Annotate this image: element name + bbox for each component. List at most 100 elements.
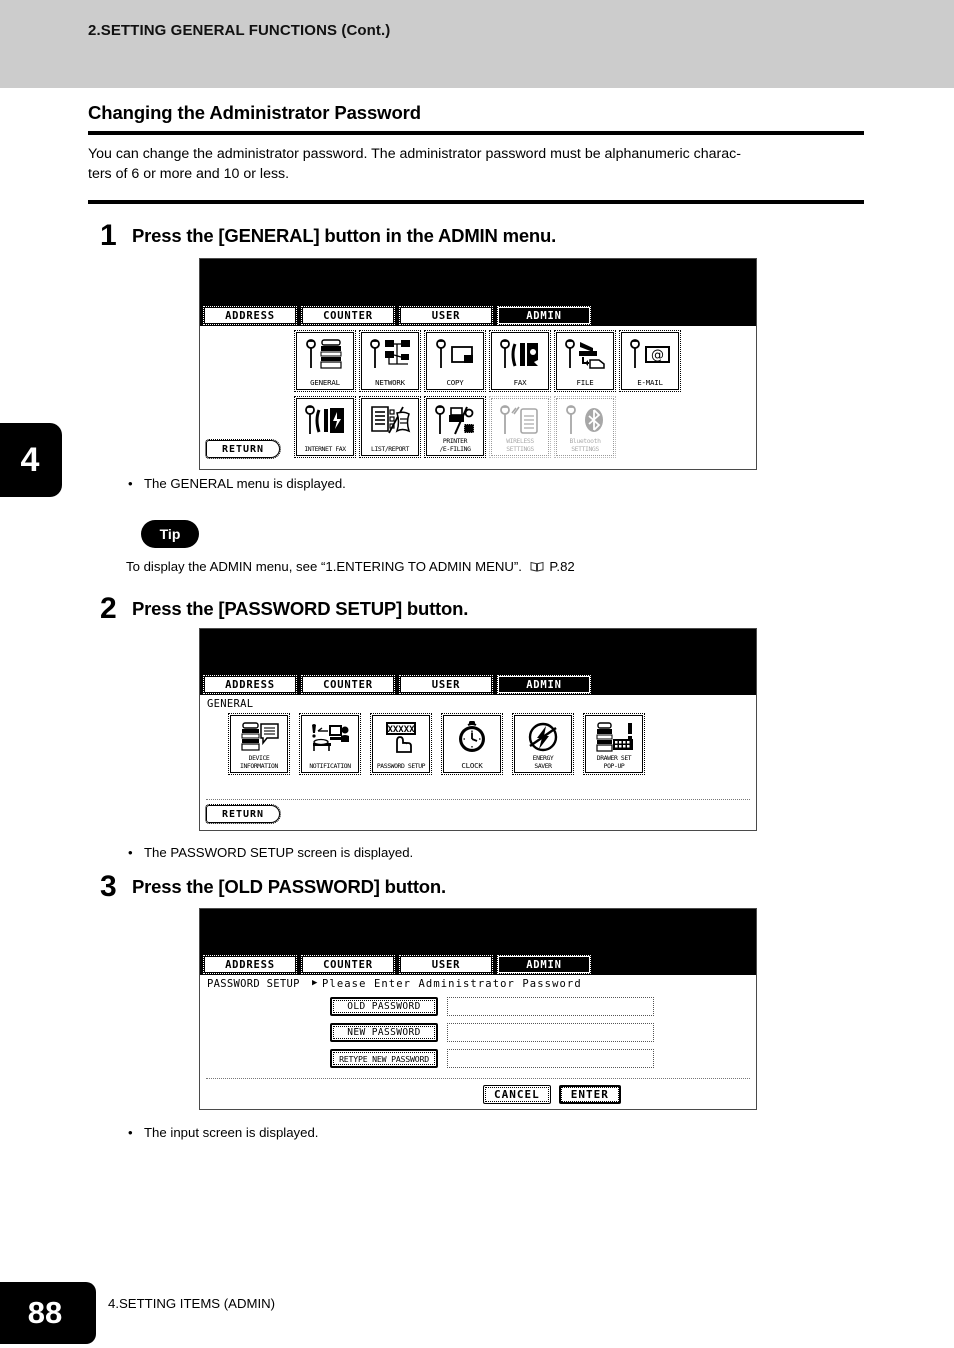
list-report-icon <box>362 402 418 438</box>
general-button-energy-saver[interactable]: ENERGY SAVER <box>512 713 574 775</box>
wrench-printer-icon <box>297 336 353 372</box>
lcd3-tab-row: ADDRESS COUNTER USER ADMIN <box>203 955 591 974</box>
tab-address-2[interactable]: ADDRESS <box>203 675 297 694</box>
admin-button-bluetooth-settings[interactable]: Bluetooth SETTINGS <box>554 396 616 458</box>
lcd1-body: GENERAL NETWORK COPY FAX FILE @ E-MAIL I… <box>200 326 756 469</box>
notification-icon <box>302 719 358 755</box>
new-password-button[interactable]: NEW PASSWORD <box>330 1023 438 1042</box>
admin-button-general-label: GENERAL <box>310 378 340 387</box>
step-1-note: • The GENERAL menu is displayed. <box>128 476 346 491</box>
old-password-field[interactable] <box>447 997 654 1016</box>
admin-button-printer-efiling-label: PRINTER /E-FILING <box>439 437 471 453</box>
lcd3-titlebar: ADDRESS COUNTER USER ADMIN <box>200 909 756 975</box>
page-title: Changing the Administrator Password <box>88 102 421 123</box>
svg-text:@: @ <box>651 348 664 363</box>
tab-counter-3[interactable]: COUNTER <box>301 955 395 974</box>
lcd1-tab-row: ADDRESS COUNTER USER ADMIN <box>203 306 591 325</box>
step-3-heading: Press the [OLD PASSWORD] button. <box>132 876 446 897</box>
admin-button-printer-efiling[interactable]: PRINTER /E-FILING <box>424 396 486 458</box>
cancel-button[interactable]: CANCEL <box>483 1085 551 1104</box>
tip-text-body: To display the ADMIN menu, see “1.ENTERI… <box>126 559 522 574</box>
admin-button-wireless-settings[interactable]: WIRELESS SETTINGS <box>489 396 551 458</box>
tip-text: To display the ADMIN menu, see “1.ENTERI… <box>126 559 575 574</box>
tip-badge: Tip <box>141 520 199 548</box>
field-row-old-password: OLD PASSWORD <box>330 997 654 1016</box>
book-reference-icon <box>530 560 544 572</box>
running-title: 2.SETTING GENERAL FUNCTIONS (Cont.) <box>88 22 391 39</box>
field-row-retype-new-password: RETYPE NEW PASSWORD <box>330 1049 654 1068</box>
tab-address[interactable]: ADDRESS <box>203 306 297 325</box>
enter-button[interactable]: ENTER <box>558 1085 621 1104</box>
general-button-clock[interactable]: CLOCK <box>441 713 503 775</box>
general-button-device-information[interactable]: DEVICE INFORMATION <box>228 713 290 775</box>
admin-button-general[interactable]: GENERAL <box>294 330 356 392</box>
page-header-banner: 2.SETTING GENERAL FUNCTIONS (Cont.) <box>0 0 954 88</box>
intro-line-2: ters of 6 or more and 10 or less. <box>88 166 290 182</box>
old-password-button[interactable]: OLD PASSWORD <box>330 997 438 1016</box>
admin-button-internet-fax[interactable]: INTERNET FAX <box>294 396 356 458</box>
tab-admin-3[interactable]: ADMIN <box>497 955 591 974</box>
step-2-number: 2 <box>100 592 117 625</box>
chapter-number: 4 <box>20 440 40 479</box>
admin-button-wireless-settings-label: WIRELESS SETTINGS <box>506 437 534 453</box>
wrench-email-icon: @ <box>622 336 678 372</box>
page-number: 88 <box>27 1295 63 1330</box>
step-1-heading: Press the [GENERAL] button in the ADMIN … <box>132 225 557 246</box>
admin-button-email-label: E-MAIL <box>637 378 663 387</box>
step-3-note-bullet: • <box>128 1125 133 1140</box>
step-1-note-bullet: • <box>128 476 133 491</box>
admin-button-email[interactable]: @ E-MAIL <box>619 330 681 392</box>
footer-page-tab: 88 <box>0 1282 96 1344</box>
return-button-screen1[interactable]: RETURN <box>205 439 281 459</box>
tab-admin-2[interactable]: ADMIN <box>497 675 591 694</box>
lcd3-action-row: CANCEL ENTER <box>483 1085 621 1104</box>
admin-button-copy[interactable]: COPY <box>424 330 486 392</box>
step-3-note-text: The input screen is displayed. <box>144 1125 319 1140</box>
admin-button-list-report[interactable]: LIST/REPORT <box>359 396 421 458</box>
return-button-screen2[interactable]: RETURN <box>205 804 281 824</box>
tab-user-2[interactable]: USER <box>399 675 493 694</box>
step-2-note-text: The PASSWORD SETUP screen is displayed. <box>144 845 414 860</box>
lcd3-divider <box>206 1078 750 1079</box>
general-button-notification-label: NOTIFICATION <box>309 762 351 770</box>
tip-page-ref: P.82 <box>549 559 575 574</box>
password-setup-icon: XXXXX <box>373 719 429 755</box>
tab-admin[interactable]: ADMIN <box>497 306 591 325</box>
tab-counter[interactable]: COUNTER <box>301 306 395 325</box>
lcd3-body: PASSWORD SETUP ▶ Please Enter Administra… <box>200 975 756 1109</box>
wrench-file-icon <box>557 336 613 372</box>
wrench-network-icon <box>362 336 418 372</box>
chapter-tab-marker: 4 <box>0 423 62 497</box>
general-button-password-setup[interactable]: XXXXX PASSWORD SETUP <box>370 713 432 775</box>
tab-counter-2[interactable]: COUNTER <box>301 675 395 694</box>
lcd2-tab-row: ADDRESS COUNTER USER ADMIN <box>203 675 591 694</box>
retype-new-password-field[interactable] <box>447 1049 654 1068</box>
admin-button-file[interactable]: FILE <box>554 330 616 392</box>
lcd2-divider <box>206 799 750 800</box>
tab-user[interactable]: USER <box>399 306 493 325</box>
tab-address-3[interactable]: ADDRESS <box>203 955 297 974</box>
tab-user-3[interactable]: USER <box>399 955 493 974</box>
general-button-drawer-set-popup-label: DRAWER SET POP-UP <box>596 754 632 770</box>
energy-saver-icon <box>515 719 571 755</box>
prompt-text: Please Enter Administrator Password <box>322 978 582 990</box>
admin-button-fax-label: FAX <box>513 378 527 387</box>
general-button-notification[interactable]: NOTIFICATION <box>299 713 361 775</box>
intro-rule <box>88 200 864 204</box>
footer-section-label: 4.SETTING ITEMS (ADMIN) <box>108 1296 276 1311</box>
step-2-note-bullet: • <box>128 845 133 860</box>
lcd2-body: GENERAL DEVICE INFORMATION NOTIFICATION … <box>200 695 756 830</box>
admin-button-file-label: FILE <box>576 378 594 387</box>
admin-button-copy-label: COPY <box>446 378 464 387</box>
general-button-drawer-set-popup[interactable]: DRAWER SET POP-UP <box>583 713 645 775</box>
general-button-clock-label: CLOCK <box>461 761 483 770</box>
wrench-wireless-icon <box>492 402 548 438</box>
general-button-energy-saver-label: ENERGY SAVER <box>532 754 554 770</box>
step-1-number: 1 <box>100 219 117 252</box>
admin-button-network[interactable]: NETWORK <box>359 330 421 392</box>
retype-new-password-button[interactable]: RETYPE NEW PASSWORD <box>330 1049 438 1068</box>
svg-text:XXXXX: XXXXX <box>387 725 415 735</box>
new-password-field[interactable] <box>447 1023 654 1042</box>
admin-button-network-label: NETWORK <box>375 378 405 387</box>
admin-button-fax[interactable]: FAX <box>489 330 551 392</box>
